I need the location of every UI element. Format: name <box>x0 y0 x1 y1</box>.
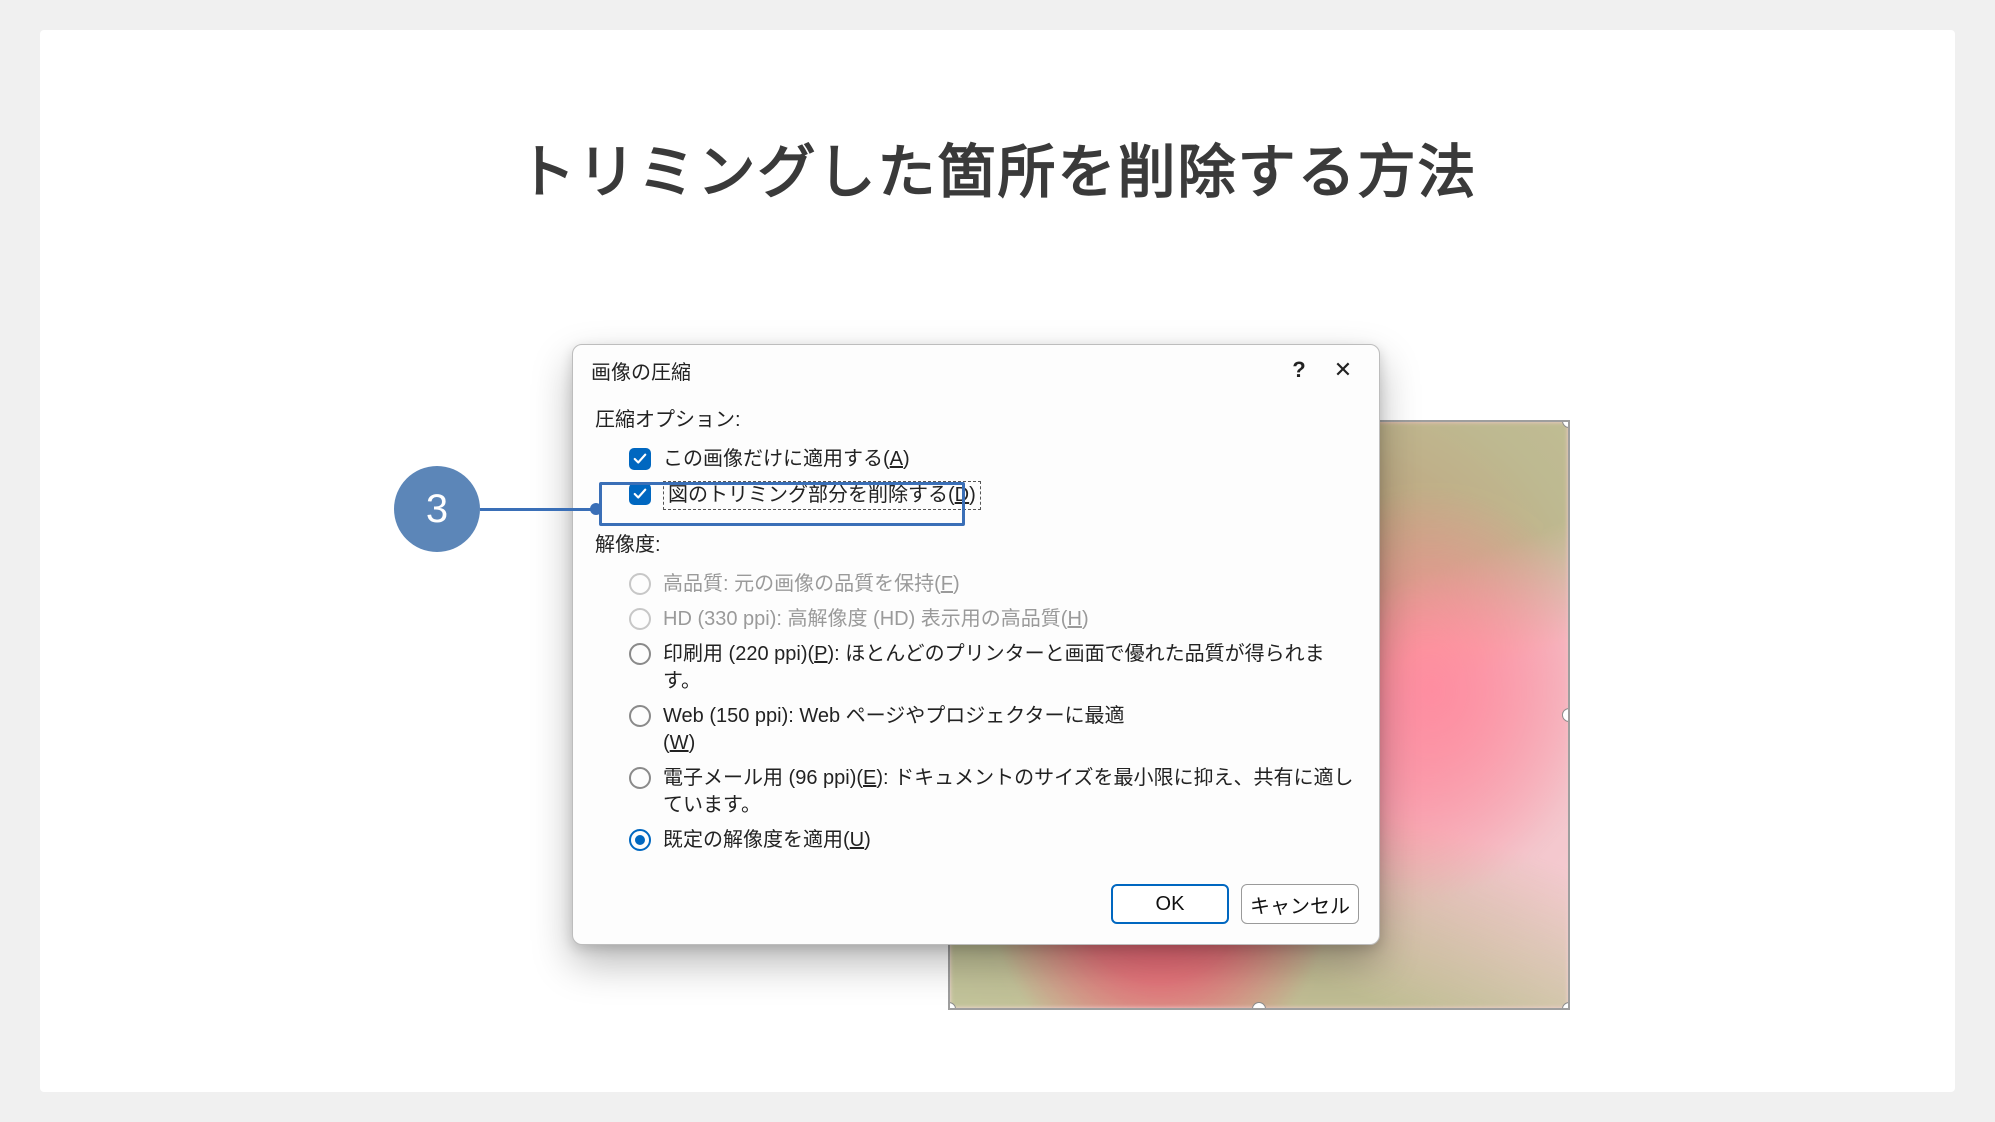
compress-pictures-dialog: 画像の圧縮 ? ✕ 圧縮オプション: この画像だけに適用する(A) <box>572 344 1380 945</box>
radio-web[interactable] <box>629 705 651 727</box>
radio-email-row[interactable]: 電子メール用 (96 ppi)(E): ドキュメントのサイズを最小限に抑え、共有… <box>595 761 1357 823</box>
checkbox-delete-crop-row[interactable]: 図のトリミング部分を削除する(D) <box>595 477 1357 514</box>
step-badge: 3 <box>394 466 480 552</box>
dialog-titlebar: 画像の圧縮 ? ✕ <box>573 345 1379 393</box>
page-title: トリミングした箇所を削除する方法 <box>40 125 1955 209</box>
radio-dot <box>635 835 645 845</box>
radio-hd <box>629 608 651 630</box>
check-icon <box>633 452 647 466</box>
radio-default-row[interactable]: 既定の解像度を適用(U) <box>595 823 1357 858</box>
resolution-label: 解像度: <box>595 528 1357 557</box>
checkbox-delete-crop[interactable] <box>629 483 651 505</box>
checkbox-apply-only-row[interactable]: この画像だけに適用する(A) <box>595 442 1357 477</box>
dialog-body: 圧縮オプション: この画像だけに適用する(A) 図のトリミング部分を削除する(D… <box>573 393 1379 872</box>
checkbox-apply-only[interactable] <box>629 448 651 470</box>
checkbox-delete-crop-label: 図のトリミング部分を削除する(D) <box>663 481 981 510</box>
callout-connector <box>480 508 598 511</box>
radio-hd-row: HD (330 ppi): 高解像度 (HD) 表示用の高品質(H) <box>595 602 1357 637</box>
compression-options-label: 圧縮オプション: <box>595 403 1357 432</box>
step-number: 3 <box>426 487 448 532</box>
cancel-button[interactable]: キャンセル <box>1241 884 1359 924</box>
checkbox-apply-only-label: この画像だけに適用する(A) <box>663 446 910 473</box>
slide-canvas: トリミングした箇所を削除する方法 画像の圧縮 ? ✕ 圧縮オプション: <box>40 30 1955 1092</box>
resize-handle-br[interactable] <box>1562 1002 1570 1010</box>
dialog-button-row: OK キャンセル <box>573 872 1379 944</box>
ok-button[interactable]: OK <box>1111 884 1229 924</box>
focused-label: 図のトリミング部分を削除する(D) <box>663 481 981 510</box>
resize-handle-bm[interactable] <box>1252 1002 1266 1010</box>
dialog-title: 画像の圧縮 <box>591 356 1277 385</box>
help-button[interactable]: ? <box>1277 355 1321 385</box>
radio-high-label: 高品質: 元の画像の品質を保持(F) <box>663 571 960 598</box>
check-icon <box>633 487 647 501</box>
radio-default-label: 既定の解像度を適用(U) <box>663 827 871 854</box>
radio-print-label: 印刷用 (220 ppi)(P): ほとんどのプリンターと画面で優れた品質が得ら… <box>663 641 1357 695</box>
radio-high-row: 高品質: 元の画像の品質を保持(F) <box>595 567 1357 602</box>
help-icon: ? <box>1292 357 1305 383</box>
radio-print-row[interactable]: 印刷用 (220 ppi)(P): ほとんどのプリンターと画面で優れた品質が得ら… <box>595 637 1357 699</box>
radio-web-label: Web (150 ppi): Web ページやプロジェクターに最適(W) <box>663 703 1155 757</box>
radio-web-row[interactable]: Web (150 ppi): Web ページやプロジェクターに最適(W) <box>595 699 1155 761</box>
close-icon: ✕ <box>1334 357 1352 383</box>
radio-print[interactable] <box>629 643 651 665</box>
radio-email[interactable] <box>629 767 651 789</box>
radio-hd-label: HD (330 ppi): 高解像度 (HD) 表示用の高品質(H) <box>663 606 1089 633</box>
radio-default[interactable] <box>629 829 651 851</box>
radio-email-label: 電子メール用 (96 ppi)(E): ドキュメントのサイズを最小限に抑え、共有… <box>663 765 1357 819</box>
resize-handle-mr[interactable] <box>1562 708 1570 722</box>
close-button[interactable]: ✕ <box>1321 355 1365 385</box>
radio-high <box>629 573 651 595</box>
